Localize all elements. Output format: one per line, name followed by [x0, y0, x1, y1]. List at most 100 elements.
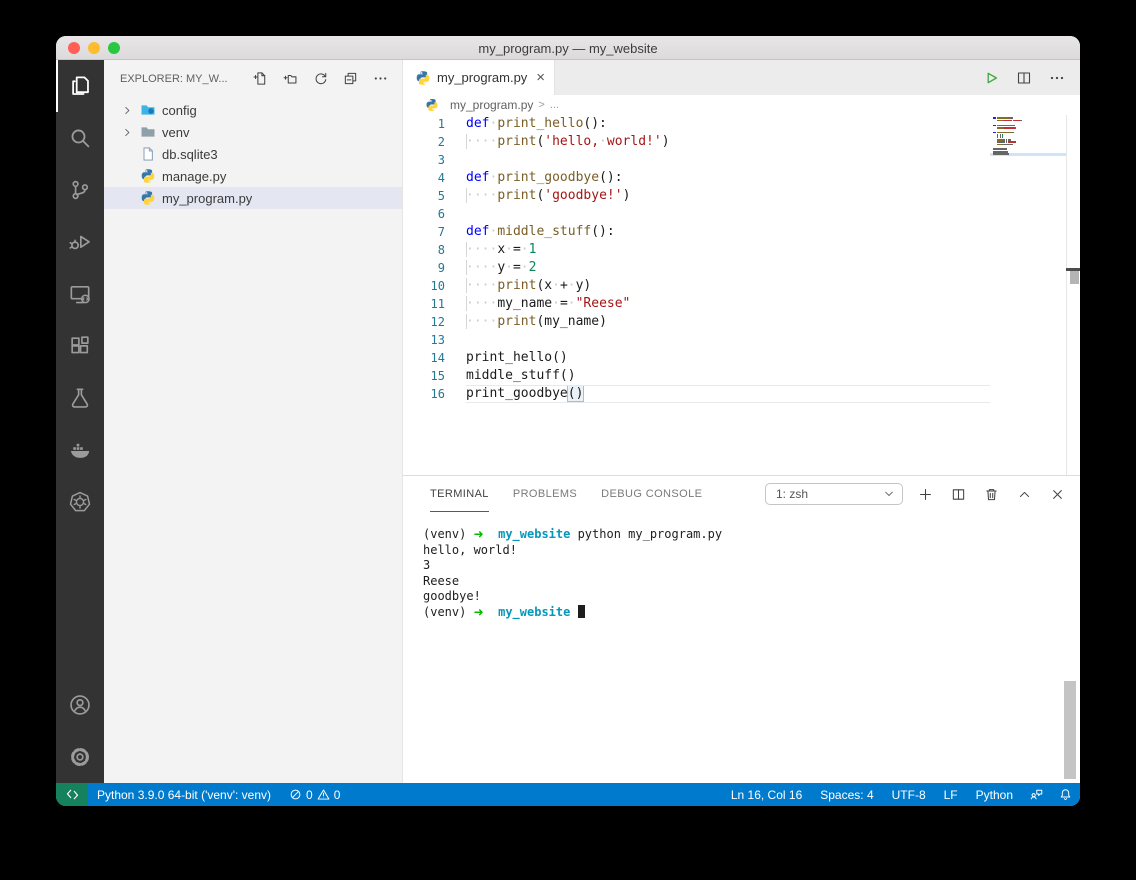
terminal-line: hello, world!: [423, 542, 517, 557]
file-tree: config venv db.sqlite3 manage.py my_program.…: [104, 97, 402, 209]
split-editor-icon[interactable]: [1016, 70, 1032, 86]
terminal-line: goodbye!: [423, 589, 481, 603]
folder-config-icon: [139, 102, 156, 118]
notifications-button[interactable]: [1051, 783, 1080, 806]
new-folder-icon[interactable]: [283, 71, 298, 86]
code-line[interactable]: 6: [403, 205, 1080, 223]
panel-tab-terminal[interactable]: TERMINAL: [430, 476, 489, 512]
code-editor[interactable]: 1 def·print_hello(): 2 ····print('hello,·wo…: [403, 115, 1080, 475]
tab-my-program[interactable]: my_program.py ×: [403, 60, 555, 95]
kill-terminal-icon[interactable]: [984, 487, 999, 502]
python-interpreter-status[interactable]: Python 3.9.0 64-bit ('venv': venv): [88, 783, 280, 806]
code-line[interactable]: 3: [403, 151, 1080, 169]
title-bar[interactable]: my_program.py — my_website: [56, 36, 1080, 60]
terminal-selector-dropdown[interactable]: 1: zsh: [765, 483, 903, 505]
tab-label: my_program.py: [437, 70, 528, 85]
code-line[interactable]: 2 ····print('hello,·world!'): [403, 133, 1080, 151]
indentation-status[interactable]: Spaces: 4: [811, 783, 882, 806]
refresh-icon[interactable]: [313, 71, 328, 86]
more-icon[interactable]: [1049, 70, 1065, 86]
code-line[interactable]: 13: [403, 331, 1080, 349]
code-line[interactable]: 15 middle_stuff(): [403, 367, 1080, 385]
vscode-window: my_program.py — my_website EXPLORER: MY_…: [56, 36, 1080, 806]
file-tree-item-manage.py[interactable]: manage.py: [104, 165, 402, 187]
file-label: venv: [162, 124, 190, 140]
activity-item-extensions[interactable]: [56, 320, 104, 372]
code-line-text: ····print('hello,·world!'): [466, 134, 670, 149]
kubernetes-icon: [69, 491, 91, 513]
line-number: 15: [430, 369, 445, 383]
code-line[interactable]: 1 def·print_hello():: [403, 115, 1080, 133]
chevron-right-icon[interactable]: [122, 127, 139, 138]
code-line[interactable]: 4 def·print_goodbye():: [403, 169, 1080, 187]
editor-scrollbar-thumb[interactable]: [1070, 271, 1079, 284]
warning-icon: [317, 788, 330, 801]
terminal-output[interactable]: (venv) ➜ my_website python my_program.py…: [403, 512, 1080, 620]
eol-status[interactable]: LF: [935, 783, 967, 806]
line-number: 13: [430, 333, 445, 347]
line-number: 8: [437, 243, 445, 257]
activity-item-search[interactable]: [56, 112, 104, 164]
panel-actions: [918, 487, 1065, 502]
line-number: 4: [437, 171, 445, 185]
close-tab-icon[interactable]: ×: [536, 70, 545, 85]
minimap[interactable]: [990, 117, 1066, 156]
file-tree-item-db.sqlite3[interactable]: db.sqlite3: [104, 143, 402, 165]
language-mode-status[interactable]: Python: [967, 783, 1022, 806]
run-debug-icon: [69, 231, 91, 253]
code-line[interactable]: 5 ····print('goodbye!'): [403, 187, 1080, 205]
close-panel-icon[interactable]: [1050, 487, 1065, 502]
code-line[interactable]: 8 ····x·=·1: [403, 241, 1080, 259]
code-line[interactable]: 16 print_goodbye(): [403, 385, 1080, 403]
remote-indicator[interactable]: [56, 783, 88, 806]
problems-status[interactable]: 0 0: [280, 783, 349, 806]
chevron-right-icon[interactable]: [122, 105, 139, 116]
python-icon: [139, 168, 156, 184]
activity-item-docker[interactable]: [56, 424, 104, 476]
file-tree-item-config[interactable]: config: [104, 99, 402, 121]
activity-item-source-control[interactable]: [56, 164, 104, 216]
activity-item-account[interactable]: [56, 679, 104, 731]
more-icon[interactable]: [373, 71, 388, 86]
code-line[interactable]: 12 ····print(my_name): [403, 313, 1080, 331]
code-line[interactable]: 11 ····my_name·=·"Reese": [403, 295, 1080, 313]
activity-item-kubernetes[interactable]: [56, 476, 104, 528]
collapse-all-icon[interactable]: [343, 71, 358, 86]
editor-actions: [983, 60, 1080, 95]
cursor-position-status[interactable]: Ln 16, Col 16: [722, 783, 811, 806]
activity-item-testing[interactable]: [56, 372, 104, 424]
panel-tabs: TERMINAL PROBLEMS DEBUG CONSOLE: [430, 476, 726, 512]
explorer-title: EXPLORER: MY_W...: [120, 72, 228, 85]
code-line[interactable]: 9 ····y·=·2: [403, 259, 1080, 277]
activity-item-remote-explorer[interactable]: [56, 268, 104, 320]
encoding-status[interactable]: UTF-8: [883, 783, 935, 806]
account-icon: [69, 694, 91, 716]
eol-label: LF: [943, 787, 958, 802]
new-terminal-icon[interactable]: [918, 487, 933, 502]
panel-tab-problems[interactable]: PROBLEMS: [513, 476, 577, 512]
feedback-icon: [1030, 788, 1043, 801]
code-line[interactable]: 14 print_hello(): [403, 349, 1080, 367]
split-terminal-icon[interactable]: [951, 487, 966, 502]
terminal-cursor: [577, 604, 585, 618]
run-icon[interactable]: [983, 70, 999, 86]
feedback-button[interactable]: [1022, 783, 1051, 806]
activity-item-explorer[interactable]: [56, 60, 104, 112]
panel-tab-debug-console[interactable]: DEBUG CONSOLE: [601, 476, 702, 512]
panel-scrollbar-thumb[interactable]: [1064, 681, 1076, 779]
maximize-panel-icon[interactable]: [1017, 487, 1032, 502]
breadcrumb-tail[interactable]: ...: [550, 99, 559, 111]
line-number: 10: [430, 279, 445, 293]
file-tree-item-venv[interactable]: venv: [104, 121, 402, 143]
activity-item-settings[interactable]: [56, 731, 104, 783]
activity-item-run-debug[interactable]: [56, 216, 104, 268]
breadcrumb-file[interactable]: my_program.py: [450, 98, 533, 112]
terminal-line: Reese: [423, 573, 460, 588]
explorer-actions: [253, 71, 388, 86]
code-line[interactable]: 7 def·middle_stuff():: [403, 223, 1080, 241]
code-line-text: ····my_name·=·"Reese": [466, 296, 631, 311]
explorer-icon: [69, 75, 91, 97]
code-line[interactable]: 10 ····print(x·+·y): [403, 277, 1080, 295]
file-tree-item-my_program.py[interactable]: my_program.py: [104, 187, 402, 209]
new-file-icon[interactable]: [253, 71, 268, 86]
